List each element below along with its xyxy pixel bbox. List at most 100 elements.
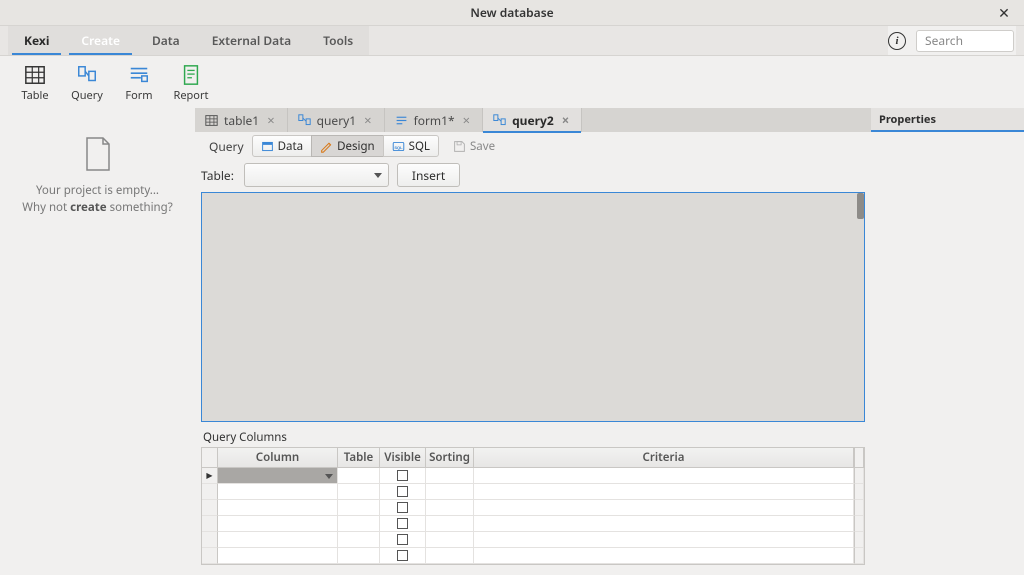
view-mode-group: Data Design SQL SQL [252,135,439,157]
row-header[interactable] [202,548,218,564]
cell-criteria[interactable] [474,500,854,516]
cell-criteria[interactable] [474,548,854,564]
relations-canvas[interactable] [201,192,865,422]
grid-row[interactable] [202,500,864,516]
row-header[interactable] [202,516,218,532]
table-icon [24,64,46,86]
info-icon[interactable]: i [888,32,906,50]
cell-visible[interactable] [380,500,426,516]
cell-visible[interactable] [380,468,426,484]
close-icon[interactable]: × [265,114,276,127]
close-icon[interactable]: × [560,114,571,127]
menu-create[interactable]: Create [65,26,136,55]
row-header[interactable] [202,468,218,484]
checkbox-icon[interactable] [397,502,408,513]
cell-criteria[interactable] [474,516,854,532]
cell-sorting[interactable] [426,468,474,484]
cell-table[interactable] [338,548,380,564]
hdr-column[interactable]: Column [218,448,338,467]
grid-scrollbar[interactable] [854,500,864,516]
data-view-icon [261,140,274,153]
hdr-visible[interactable]: Visible [380,448,426,467]
cell-table[interactable] [338,500,380,516]
grid-scrollbar[interactable] [854,468,864,484]
close-icon[interactable]: ✕ [992,0,1016,26]
tool-query[interactable]: Query [66,64,108,103]
hdr-sorting[interactable]: Sorting [426,448,474,467]
grid-scrollbar[interactable] [854,516,864,532]
grid-row[interactable] [202,532,864,548]
canvas-scrollbar[interactable] [857,193,864,219]
row-header[interactable] [202,484,218,500]
menu-data[interactable]: Data [136,26,196,55]
cell-table[interactable] [338,484,380,500]
grid-scrollbar[interactable] [854,548,864,564]
search-input[interactable]: Search [916,30,1014,52]
tab-form1[interactable]: form1* × [385,108,483,132]
table-combo[interactable] [244,163,389,187]
cell-column[interactable] [218,468,338,484]
cell-column[interactable] [218,548,338,564]
tool-form[interactable]: Form [118,64,160,103]
cell-criteria[interactable] [474,484,854,500]
query-columns-grid: Column Table Visible Sorting Criteria [201,447,865,565]
view-data-label: Data [278,139,303,154]
tab-table1[interactable]: table1 × [195,108,288,132]
cell-sorting[interactable] [426,500,474,516]
cell-sorting[interactable] [426,548,474,564]
menu-external-data[interactable]: External Data [196,26,307,55]
checkbox-icon[interactable] [397,470,408,481]
tool-table[interactable]: Table [14,64,56,103]
cell-table[interactable] [338,516,380,532]
close-icon[interactable]: × [461,114,472,127]
cell-column[interactable] [218,500,338,516]
grid-row[interactable] [202,548,864,564]
view-design-button[interactable]: Design [311,135,384,157]
cell-visible[interactable] [380,548,426,564]
cell-sorting[interactable] [426,532,474,548]
grid-row[interactable] [202,516,864,532]
cell-criteria[interactable] [474,468,854,484]
properties-header[interactable]: Properties [871,108,1024,132]
close-icon[interactable]: × [362,114,373,127]
cell-criteria[interactable] [474,532,854,548]
tool-report[interactable]: Report [170,64,212,103]
checkbox-icon[interactable] [397,486,408,497]
grid-row[interactable] [202,484,864,500]
grid-header: Column Table Visible Sorting Criteria [202,448,864,468]
cell-sorting[interactable] [426,516,474,532]
window-title: New database [470,4,553,21]
cell-visible[interactable] [380,484,426,500]
grid-scrollbar[interactable] [854,532,864,548]
grid-scrollbar[interactable] [854,448,864,467]
save-button[interactable]: Save [445,135,503,157]
hdr-table[interactable]: Table [338,448,380,467]
query-columns-title: Query Columns [195,428,871,447]
row-header[interactable] [202,500,218,516]
grid-row[interactable] [202,468,864,484]
view-data-button[interactable]: Data [252,135,312,157]
menu-data-label: Data [152,32,180,49]
cell-table[interactable] [338,532,380,548]
cell-column[interactable] [218,516,338,532]
checkbox-icon[interactable] [397,534,408,545]
menu-app[interactable]: Kexi [8,26,65,55]
checkbox-icon[interactable] [397,518,408,529]
hdr-criteria[interactable]: Criteria [474,448,854,467]
tab-query2[interactable]: query2 × [483,108,582,132]
menu-tools[interactable]: Tools [307,26,369,55]
tab-query1[interactable]: query1 × [288,108,385,132]
cell-visible[interactable] [380,516,426,532]
cell-sorting[interactable] [426,484,474,500]
menu-external-data-label: External Data [212,32,291,49]
cell-column[interactable] [218,532,338,548]
cell-visible[interactable] [380,532,426,548]
grid-scrollbar[interactable] [854,484,864,500]
insert-button[interactable]: Insert [397,163,460,187]
empty-line2: Why not create something? [22,199,172,216]
cell-table[interactable] [338,468,380,484]
view-sql-button[interactable]: SQL SQL [383,135,439,157]
cell-column[interactable] [218,484,338,500]
row-header[interactable] [202,532,218,548]
checkbox-icon[interactable] [397,550,408,561]
